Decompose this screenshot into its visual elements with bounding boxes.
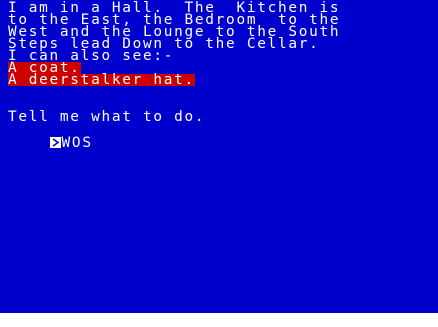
item-deerstalker-hat: A deerstalker hat. — [8, 72, 195, 88]
command-prompt: Tell me what to do. — [8, 109, 206, 125]
screen-border — [0, 313, 438, 327]
game-screen: I am in a Hall. The Kitchen is to the Ea… — [0, 0, 438, 313]
visible-item: A deerstalker hat. — [8, 72, 195, 88]
command-input-line[interactable]: WOS — [8, 125, 93, 150]
cursor-block-icon — [49, 137, 61, 148]
